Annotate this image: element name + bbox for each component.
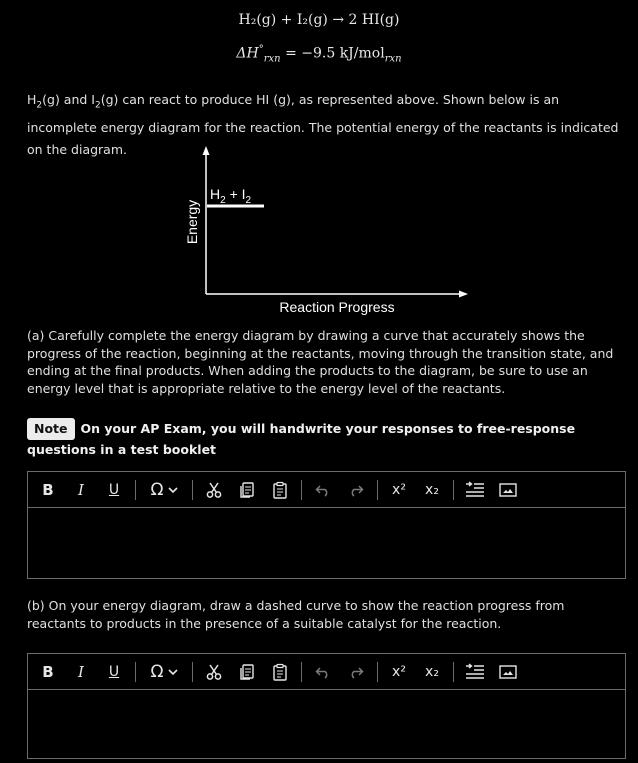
y-axis-arrow (202, 146, 210, 155)
undo-button[interactable] (311, 660, 335, 684)
response-input-a[interactable] (28, 508, 625, 578)
cut-button[interactable] (202, 478, 226, 502)
toolbar-separator (453, 661, 454, 682)
scissors-icon (206, 482, 222, 498)
toolbar-separator (301, 661, 302, 682)
enthalpy-value: = −9.5 kJ/mol (280, 45, 385, 62)
insert-image-button[interactable] (496, 660, 520, 684)
enthalpy-unit-sub: rxn (384, 53, 402, 65)
indent-icon (466, 480, 484, 497)
clipboard-icon (273, 663, 287, 681)
underline-button[interactable]: U (102, 478, 126, 502)
paste-button[interactable] (268, 478, 292, 502)
subscript-button[interactable]: x₂ (420, 660, 444, 684)
equation-reaction: H₂(g) + I₂(g) → 2 HI(g) (238, 12, 400, 28)
copy-icon (240, 663, 254, 680)
undo-icon (315, 666, 328, 679)
special-characters-button[interactable]: Ω (145, 478, 183, 502)
energy-diagram: H2 + I2 Energy Reaction Progress (184, 146, 468, 315)
image-icon (499, 664, 517, 679)
superscript-button[interactable]: x² (387, 478, 411, 502)
editor-toolbar-a: B I U Ω x² x₂ (28, 472, 625, 508)
part-b-prompt: (b) On your energy diagram, draw a dashe… (27, 598, 565, 631)
toolbar-separator (301, 479, 302, 500)
undo-icon (315, 484, 328, 497)
paste-button[interactable] (268, 660, 292, 684)
redo-icon (351, 666, 364, 679)
insert-image-button[interactable] (496, 478, 520, 502)
toolbar-separator (135, 479, 136, 500)
copy-button[interactable] (235, 660, 259, 684)
copy-button[interactable] (235, 478, 259, 502)
image-icon (499, 482, 517, 497)
reactant-label: H2 + I2 (210, 186, 252, 206)
underline-button[interactable]: U (102, 660, 126, 684)
enthalpy-symbol: ΔH (236, 45, 259, 62)
toolbar-separator (192, 661, 193, 682)
indent-button[interactable] (463, 478, 487, 502)
bold-button[interactable]: B (36, 478, 60, 502)
bold-button[interactable]: B (36, 660, 60, 684)
toolbar-separator (377, 661, 378, 682)
intro-t1: H (27, 92, 37, 107)
italic-button[interactable]: I (69, 478, 93, 502)
copy-icon (240, 481, 254, 498)
y-axis-label: Energy (184, 200, 200, 244)
redo-button[interactable] (344, 660, 368, 684)
superscript-button[interactable]: x² (387, 660, 411, 684)
italic-button[interactable]: I (69, 660, 93, 684)
note-text: On your AP Exam, you will handwrite your… (27, 421, 576, 457)
x-axis-arrow (459, 290, 468, 298)
special-characters-button[interactable]: Ω (145, 660, 183, 684)
toolbar-separator (135, 661, 136, 682)
note-row: Note On your AP Exam, you will handwrite … (27, 418, 622, 460)
redo-icon (351, 484, 364, 497)
editor-toolbar-b: B I U Ω x² x₂ (28, 654, 625, 690)
undo-button[interactable] (311, 478, 335, 502)
part-a-prompt: (a) Carefully complete the energy diagra… (27, 328, 614, 396)
response-editor-b: B I U Ω x² x₂ (27, 653, 626, 759)
chevron-down-icon (167, 486, 178, 493)
redo-button[interactable] (344, 478, 368, 502)
response-editor-a: B I U Ω x² x₂ (27, 471, 626, 579)
cut-button[interactable] (202, 660, 226, 684)
indent-button[interactable] (463, 660, 487, 684)
toolbar-separator (377, 479, 378, 500)
toolbar-separator (192, 479, 193, 500)
scissors-icon (206, 664, 222, 680)
toolbar-separator (453, 479, 454, 500)
note-badge: Note (27, 418, 75, 440)
enthalpy-sub: rxn (263, 53, 281, 65)
clipboard-icon (273, 481, 287, 499)
x-axis-label: Reaction Progress (279, 299, 394, 315)
omega-icon: Ω (150, 479, 164, 500)
equation-enthalpy: ΔH°rxn = −9.5 kJ/molrxn (0, 44, 638, 64)
intro-t2: (g) and I (42, 92, 95, 107)
subscript-button[interactable]: x₂ (420, 478, 444, 502)
indent-icon (466, 662, 484, 679)
chevron-down-icon (167, 668, 178, 675)
omega-icon: Ω (150, 661, 164, 682)
response-input-b[interactable] (28, 690, 625, 758)
